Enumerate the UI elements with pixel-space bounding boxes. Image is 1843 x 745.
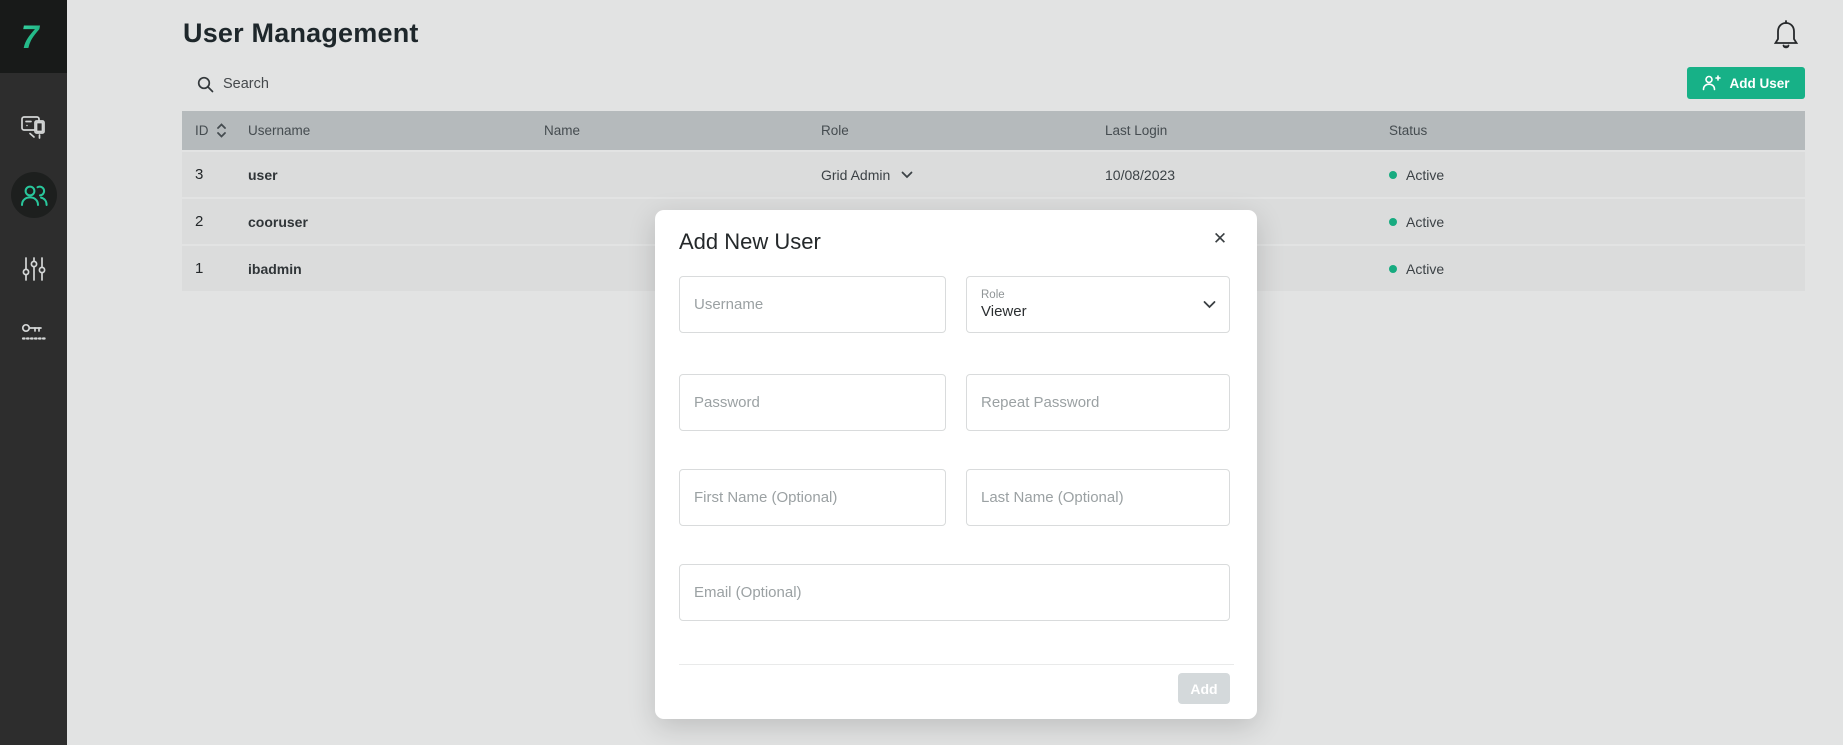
notifications-bell-icon[interactable]	[1770, 19, 1802, 53]
sidebar-item-users[interactable]	[0, 172, 67, 218]
column-header-id: ID	[182, 123, 248, 138]
last-name-input[interactable]	[967, 470, 1229, 525]
cell-id: 1	[182, 260, 248, 277]
username-input[interactable]	[680, 277, 945, 332]
sidebar-item-licenses[interactable]	[0, 310, 67, 356]
key-icon	[21, 321, 47, 345]
sidebar: 7	[0, 0, 67, 745]
repeat-password-field	[966, 374, 1230, 431]
status-badge: Active	[1389, 261, 1805, 277]
close-icon[interactable]: ✕	[1207, 226, 1233, 252]
user-management-page: 7	[0, 0, 1843, 745]
column-header-last-login: Last Login	[1105, 123, 1389, 138]
modal-title: Add New User	[679, 229, 821, 255]
chevron-down-icon	[901, 171, 913, 179]
password-field	[679, 374, 946, 431]
modal-footer-divider	[679, 664, 1234, 665]
search-icon	[197, 76, 214, 93]
last-name-field	[966, 469, 1230, 526]
chevron-down-icon	[1203, 300, 1216, 309]
search-input[interactable]	[223, 76, 583, 92]
table-header-row: ID Username Name Role Last Login Status	[182, 111, 1805, 150]
users-icon	[19, 182, 49, 208]
brand-7-icon: 7	[14, 17, 54, 57]
role-select-field[interactable]: Role Viewer	[966, 276, 1230, 333]
status-label: Active	[1406, 167, 1444, 183]
sort-id-button[interactable]	[216, 123, 227, 138]
status-dot-icon	[1389, 218, 1397, 226]
repeat-password-input[interactable]	[967, 375, 1229, 430]
first-name-field	[679, 469, 946, 526]
devices-icon	[20, 115, 48, 141]
svg-text:7: 7	[21, 19, 41, 55]
add-new-user-modal: Add New User ✕ Role Viewer Add	[655, 210, 1257, 719]
username-field	[679, 276, 946, 333]
role-dropdown[interactable]: Grid Admin	[821, 167, 913, 183]
status-badge: Active	[1389, 167, 1805, 183]
brand-logo[interactable]: 7	[0, 0, 67, 73]
sort-arrows-icon	[216, 123, 227, 138]
role-selected-value: Viewer	[981, 303, 1215, 320]
sliders-icon	[22, 256, 46, 282]
cell-username: ibadmin	[248, 261, 544, 277]
column-header-status: Status	[1389, 123, 1805, 138]
cell-id: 2	[182, 213, 248, 230]
add-user-button-label: Add User	[1729, 76, 1789, 91]
status-badge: Active	[1389, 214, 1805, 230]
user-plus-icon	[1702, 75, 1721, 91]
cell-username: cooruser	[248, 214, 544, 230]
add-user-button[interactable]: Add User	[1687, 67, 1805, 99]
email-input[interactable]	[680, 565, 1229, 620]
email-field	[679, 564, 1230, 621]
first-name-input[interactable]	[680, 470, 945, 525]
cell-last-login: 10/08/2023	[1105, 167, 1389, 183]
page-title: User Management	[183, 18, 419, 49]
search-bar	[197, 70, 617, 98]
column-header-role: Role	[821, 123, 1105, 138]
bell-icon	[1771, 19, 1801, 51]
add-submit-button[interactable]: Add	[1178, 673, 1230, 704]
cell-username: user	[248, 167, 544, 183]
column-header-name: Name	[544, 123, 821, 138]
cell-id: 3	[182, 166, 248, 183]
status-label: Active	[1406, 214, 1444, 230]
password-input[interactable]	[680, 375, 945, 430]
status-dot-icon	[1389, 265, 1397, 273]
sidebar-item-devices[interactable]	[0, 105, 67, 151]
status-dot-icon	[1389, 171, 1397, 179]
column-header-username: Username	[248, 123, 544, 138]
status-label: Active	[1406, 261, 1444, 277]
table-row[interactable]: 3 user Grid Admin 10/08/2023 Active	[182, 152, 1805, 197]
sidebar-item-settings[interactable]	[0, 246, 67, 292]
role-value: Grid Admin	[821, 167, 890, 183]
role-field-label: Role	[981, 289, 1215, 301]
